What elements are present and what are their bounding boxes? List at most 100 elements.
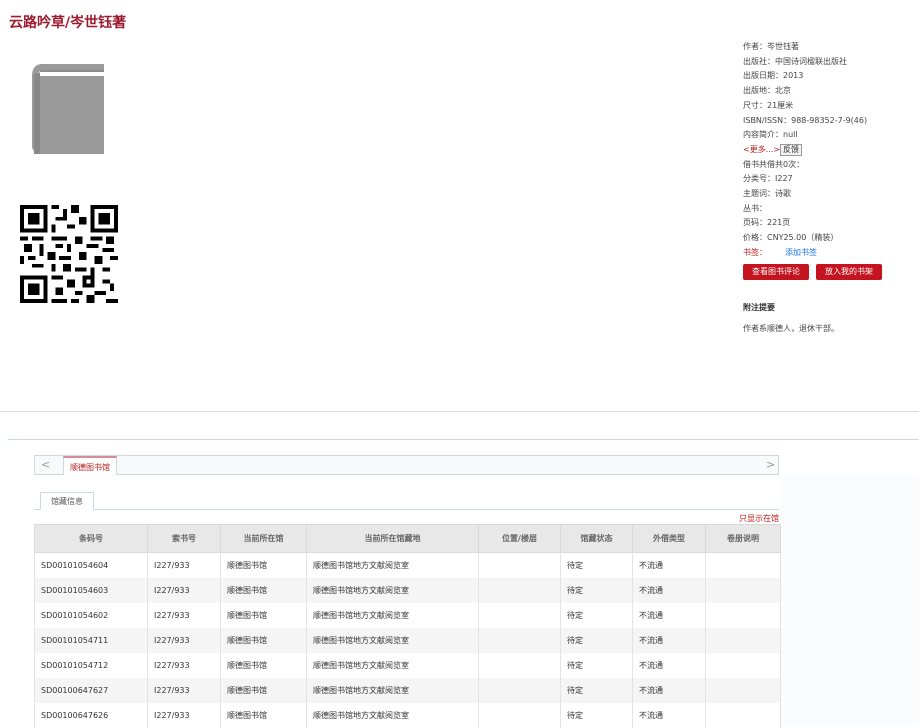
col-header-library: 当前所在馆: [220, 524, 307, 553]
cell-volume: [705, 678, 781, 703]
cell-status: 待定: [560, 703, 633, 728]
meta-pages: 页码：221页: [743, 218, 791, 228]
cell-loan-type: 不流通: [632, 653, 706, 678]
cell-floor: [478, 653, 561, 678]
cell-barcode: SD00101054712: [34, 653, 148, 678]
divider: [0, 411, 919, 412]
cell-library: 顺德图书馆: [220, 578, 307, 603]
cell-floor: [478, 628, 561, 653]
table-row: SD00100647627 I227/933 顺德图书馆 顺德图书馆地方文献阅览室 待定…: [34, 678, 781, 703]
cell-volume: [705, 703, 781, 728]
subtab-divider: [34, 509, 779, 510]
cell-volume: [705, 628, 781, 653]
cell-call-no: I227/933: [147, 603, 221, 628]
cell-volume: [705, 578, 781, 603]
book-metadata: 作者：岑世钰著 出版社：中国诗词楹联出版社 出版日期：2013 出版地：北京 尺…: [743, 40, 913, 261]
cell-library: 顺德图书馆: [220, 603, 307, 628]
cell-call-no: I227/933: [147, 653, 221, 678]
shelf-row: 书签： 添加书签: [743, 246, 913, 261]
cell-barcode: SD00101054603: [34, 578, 148, 603]
shelf-label: 书签：: [743, 247, 767, 257]
cell-barcode: SD00101054602: [34, 603, 148, 628]
col-header-loan-type: 外借类型: [632, 524, 706, 553]
meta-price: 价格：CNY25.00（精装）: [743, 233, 839, 243]
table-header-row: 条码号 索书号 当前所在馆 当前所在馆藏地 位置/楼层 馆藏状态 外借类型 卷册…: [34, 524, 781, 553]
cell-floor: [478, 552, 561, 578]
cell-library: 顺德图书馆: [220, 678, 307, 703]
cell-floor: [478, 578, 561, 603]
cell-status: 待定: [560, 552, 633, 578]
cell-floor: [478, 603, 561, 628]
cell-location: 顺德图书馆地方文献阅览室: [306, 578, 479, 603]
meta-subject: 主题词：诗歌: [743, 189, 791, 199]
col-header-call-no: 索书号: [147, 524, 221, 553]
cell-loan-type: 不流通: [632, 552, 706, 578]
cell-loan-type: 不流通: [632, 578, 706, 603]
cell-volume: [705, 603, 781, 628]
cell-location: 顺德图书馆地方文献阅览室: [306, 628, 479, 653]
table-row: SD00101054602 I227/933 顺德图书馆 顺德图书馆地方文献阅览室 待定…: [34, 603, 781, 628]
cell-loan-type: 不流通: [632, 703, 706, 728]
cell-library: 顺德图书馆: [220, 628, 307, 653]
cell-loan-type: 不流通: [632, 628, 706, 653]
tab-shunde-library[interactable]: 顺德图书馆: [63, 456, 117, 475]
view-reviews-button[interactable]: 查看图书评论: [743, 264, 809, 280]
cell-call-no: I227/933: [147, 578, 221, 603]
cell-location: 顺德图书馆地方文献阅览室: [306, 603, 479, 628]
cell-location: 顺德图书馆地方文献阅览室: [306, 678, 479, 703]
cell-call-no: I227/933: [147, 552, 221, 578]
cell-location: 顺德图书馆地方文献阅览室: [306, 703, 479, 728]
meta-pub-place: 出版地：北京: [743, 86, 791, 96]
more-link[interactable]: <更多...>: [743, 145, 780, 154]
cell-call-no: I227/933: [147, 703, 221, 728]
cell-barcode: SD00100647626: [34, 703, 148, 728]
tab-next-arrow[interactable]: >: [766, 458, 775, 471]
add-bookmark-link[interactable]: 添加书签: [785, 248, 817, 257]
col-header-barcode: 条码号: [34, 524, 148, 553]
cell-location: 顺德图书馆地方文献阅览室: [306, 552, 479, 578]
meta-pub-date: 出版日期：2013: [743, 71, 804, 81]
table-row: SD00101054712 I227/933 顺德图书馆 顺德图书馆地方文献阅览室 待定…: [34, 653, 781, 678]
note-title: 附注提要: [743, 303, 775, 312]
divider: [8, 439, 919, 440]
cell-status: 待定: [560, 603, 633, 628]
table-row: SD00101054603 I227/933 顺德图书馆 顺德图书馆地方文献阅览室 待定…: [34, 578, 781, 603]
table-row: SD00101054604 I227/933 顺德图书馆 顺德图书馆地方文献阅览室 待定…: [34, 552, 781, 578]
cell-barcode: SD00101054711: [34, 628, 148, 653]
meta-author: 作者：岑世钰著: [743, 42, 799, 51]
meta-publisher: 出版社：中国诗词楹联出版社: [743, 56, 847, 66]
cell-floor: [478, 678, 561, 703]
show-in-library-link[interactable]: 只显示在馆: [739, 513, 779, 524]
cell-library: 顺德图书馆: [220, 653, 307, 678]
cell-status: 待定: [560, 628, 633, 653]
note-text: 作者系顺德人，退休干部。: [743, 324, 839, 333]
cell-barcode: SD00101054604: [34, 552, 148, 578]
meta-summary: 内容简介：null: [743, 130, 798, 140]
tab-holdings-info[interactable]: 馆藏信息: [40, 492, 94, 510]
cell-library: 顺德图书馆: [220, 703, 307, 728]
tab-prev-arrow[interactable]: <: [41, 458, 50, 471]
cell-loan-type: 不流通: [632, 603, 706, 628]
cell-status: 待定: [560, 678, 633, 703]
col-header-volume: 卷册说明: [705, 524, 781, 553]
cell-location: 顺德图书馆地方文献阅览室: [306, 653, 479, 678]
meta-size: 尺寸：21厘米: [743, 100, 794, 110]
feedback-button[interactable]: 反馈: [780, 143, 803, 156]
col-header-location: 当前所在馆藏地: [306, 524, 479, 553]
col-header-status: 馆藏状态: [560, 524, 633, 553]
table-row: SD00100647626 I227/933 顺德图书馆 顺德图书馆地方文献阅览室 待定…: [34, 703, 781, 728]
book-cover-icon: [30, 62, 106, 160]
library-tabbar: < 顺德图书馆 >: [34, 455, 779, 475]
meta-class-no: 分类号：I227: [743, 174, 793, 184]
cell-floor: [478, 703, 561, 728]
side-panel: [780, 475, 919, 726]
col-header-floor: 位置/楼层: [478, 524, 561, 553]
cell-barcode: SD00100647627: [34, 678, 148, 703]
add-to-shelf-button[interactable]: 放入我的书架: [816, 264, 882, 280]
meta-series: 丛书：: [743, 203, 767, 213]
meta-borrow-count: 借书共借共0次：: [743, 159, 805, 169]
more-row: <更多...> 反馈: [743, 143, 913, 158]
cell-loan-type: 不流通: [632, 678, 706, 703]
cell-volume: [705, 552, 781, 578]
cell-library: 顺德图书馆: [220, 552, 307, 578]
